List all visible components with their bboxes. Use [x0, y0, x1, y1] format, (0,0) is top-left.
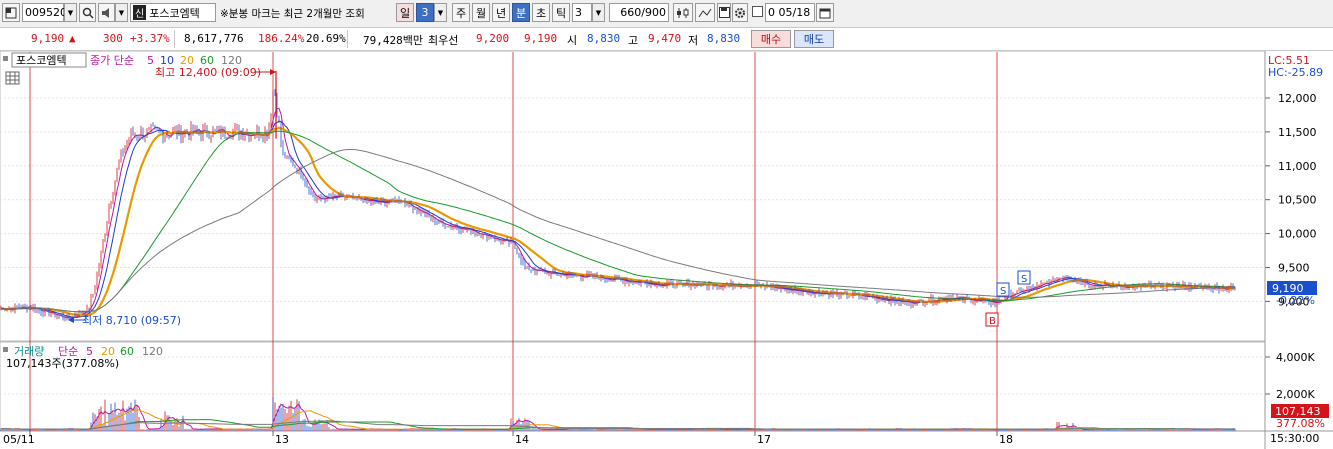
window-icon[interactable] — [2, 3, 20, 22]
period-dropdown-icon[interactable]: ▼ — [434, 3, 447, 22]
price-indicator-label: 종가 단순 — [90, 54, 134, 67]
candle-settings-icon[interactable] — [673, 3, 693, 22]
period-value-field[interactable]: 3 — [416, 3, 434, 22]
table-toggle-icon[interactable] — [5, 71, 20, 85]
open-price: 8,830 — [587, 32, 621, 45]
period-week-button[interactable]: 주 — [452, 3, 470, 22]
volume-tick-label: 2,000K — [1276, 388, 1315, 401]
interval-dropdown-icon[interactable]: ▼ — [592, 3, 605, 22]
open-label: 시 — [567, 34, 578, 47]
count-value: 660/900 — [620, 6, 666, 19]
stock-code-input[interactable]: 009520 — [22, 3, 67, 22]
price-change-pct: +3.37% — [130, 32, 170, 45]
speaker-dropdown-icon[interactable]: ▼ — [115, 3, 128, 22]
ma-5-label: 5 — [147, 54, 154, 67]
volume-ratio: 186.24% — [258, 32, 305, 45]
notice-text: ※분봉 마크는 최근 2개월만 조회 — [220, 8, 365, 20]
date-tick-label: 14 — [515, 433, 529, 446]
interval-value: 3 — [575, 6, 582, 19]
stock-name-field[interactable]: 신 포스코엠텍 — [130, 3, 216, 22]
low-price: 8,830 — [707, 32, 741, 45]
volume-tick-label: 4,000K — [1276, 351, 1315, 364]
price-bar: 9,190 ▲ 300 +3.37% 8,617,776 186.24% 20.… — [0, 28, 1333, 51]
ask-price: 9,200 — [476, 32, 510, 45]
period-second-button[interactable]: 초 — [532, 3, 550, 22]
gear-icon[interactable] — [732, 3, 748, 22]
price-tick-label: 10,000 — [1278, 228, 1317, 241]
stock-code-dropdown-icon[interactable]: ▼ — [64, 3, 77, 22]
price-axis-ticks: 12,00011,50011,00010,50010,0009,5009,000 — [1265, 92, 1317, 308]
sell-button[interactable]: 매도 — [794, 30, 834, 48]
period-month-button[interactable]: 월 — [472, 3, 490, 22]
bid-price: 9,190 — [524, 32, 558, 45]
trade-amount: 79,428백만 — [363, 34, 423, 47]
toolbar: 009520 ▼ ▼ 신 포스코엠텍 ※분봉 마크는 최근 2개월만 조회 일 … — [0, 0, 1333, 28]
hc-label: HC:-25.89 — [1268, 66, 1323, 79]
period-day-button[interactable]: 일 — [396, 3, 414, 22]
sell-signal-2-label: S — [1021, 274, 1027, 285]
period-minute-button[interactable]: 분 — [512, 3, 530, 22]
price-tick-label: 11,500 — [1278, 126, 1317, 139]
current-price: 9,190 — [31, 32, 65, 45]
chart-area[interactable]: 12,00011,50011,00010,50010,0009,5009,000… — [0, 51, 1333, 449]
buy-signal-label: B — [989, 316, 996, 327]
current-pct-label: -0.22% — [1276, 294, 1315, 307]
price-change: 300 — [103, 32, 123, 45]
price-panel — [0, 51, 1266, 342]
buy-button[interactable]: 매수 — [751, 30, 791, 48]
high-label: 고 — [628, 34, 639, 47]
volume-current: 107,143주(377.08%) — [6, 357, 119, 370]
vol-ma-60-label: 60 — [120, 345, 134, 358]
date-input[interactable]: 0 05/18 — [765, 3, 815, 22]
price-tick-label: 10,500 — [1278, 194, 1317, 207]
time-label: 15:30:00 — [1270, 432, 1319, 445]
date-value: 0 05/18 — [768, 6, 811, 19]
volume-value: 8,617,776 — [184, 32, 244, 45]
up-arrow-icon: ▲ — [69, 32, 76, 45]
speaker-icon[interactable] — [98, 3, 115, 22]
low-marker: 최저 8,710 (09:57) — [82, 314, 181, 327]
turnover-value: 20.69% — [306, 32, 346, 45]
price-title: 포스코엠텍 — [16, 54, 67, 67]
high-price: 9,470 — [648, 32, 682, 45]
sell-signal-1-label: S — [1000, 286, 1006, 297]
volume-badge-pct: 377.08% — [1276, 417, 1325, 430]
vol-ma-120-label: 120 — [142, 345, 163, 358]
stock-code-value: 009520 — [25, 6, 67, 19]
volume-panel-handle-icon[interactable] — [3, 347, 8, 352]
best-quote-label: 최우선 — [428, 34, 459, 47]
period-tick-button[interactable]: 틱 — [552, 3, 570, 22]
low-label: 저 — [688, 34, 699, 47]
volume-panel — [0, 341, 1266, 432]
date-tick-label: 18 — [999, 433, 1013, 446]
search-icon[interactable] — [79, 3, 96, 22]
date-tick-label: 05/11 — [3, 433, 35, 446]
stock-name: 포스코엠텍 — [149, 6, 200, 20]
date-axis-ticks: 05/11 13 14 17 18 — [3, 431, 1013, 446]
price-tick-label: 11,000 — [1278, 160, 1317, 173]
interval-input[interactable]: 3 — [572, 3, 592, 22]
panel-handle-icon[interactable] — [3, 56, 8, 61]
date-checkbox[interactable] — [752, 6, 763, 17]
date-tick-label: 17 — [757, 433, 771, 446]
price-tick-label: 9,500 — [1278, 262, 1310, 275]
calendar-icon[interactable] — [816, 3, 834, 22]
line-tool-icon[interactable] — [695, 3, 715, 22]
price-tick-label: 12,000 — [1278, 92, 1317, 105]
stock-badge: 신 — [133, 5, 147, 20]
period-year-button[interactable]: 년 — [492, 3, 510, 22]
count-field[interactable]: 660/900 — [609, 3, 669, 22]
date-tick-label: 13 — [275, 433, 289, 446]
volume-axis-ticks: 4,000K 2,000K — [1265, 351, 1315, 401]
high-marker: 최고 12,400 (09:09) — [155, 66, 261, 79]
save-icon[interactable] — [717, 3, 731, 22]
